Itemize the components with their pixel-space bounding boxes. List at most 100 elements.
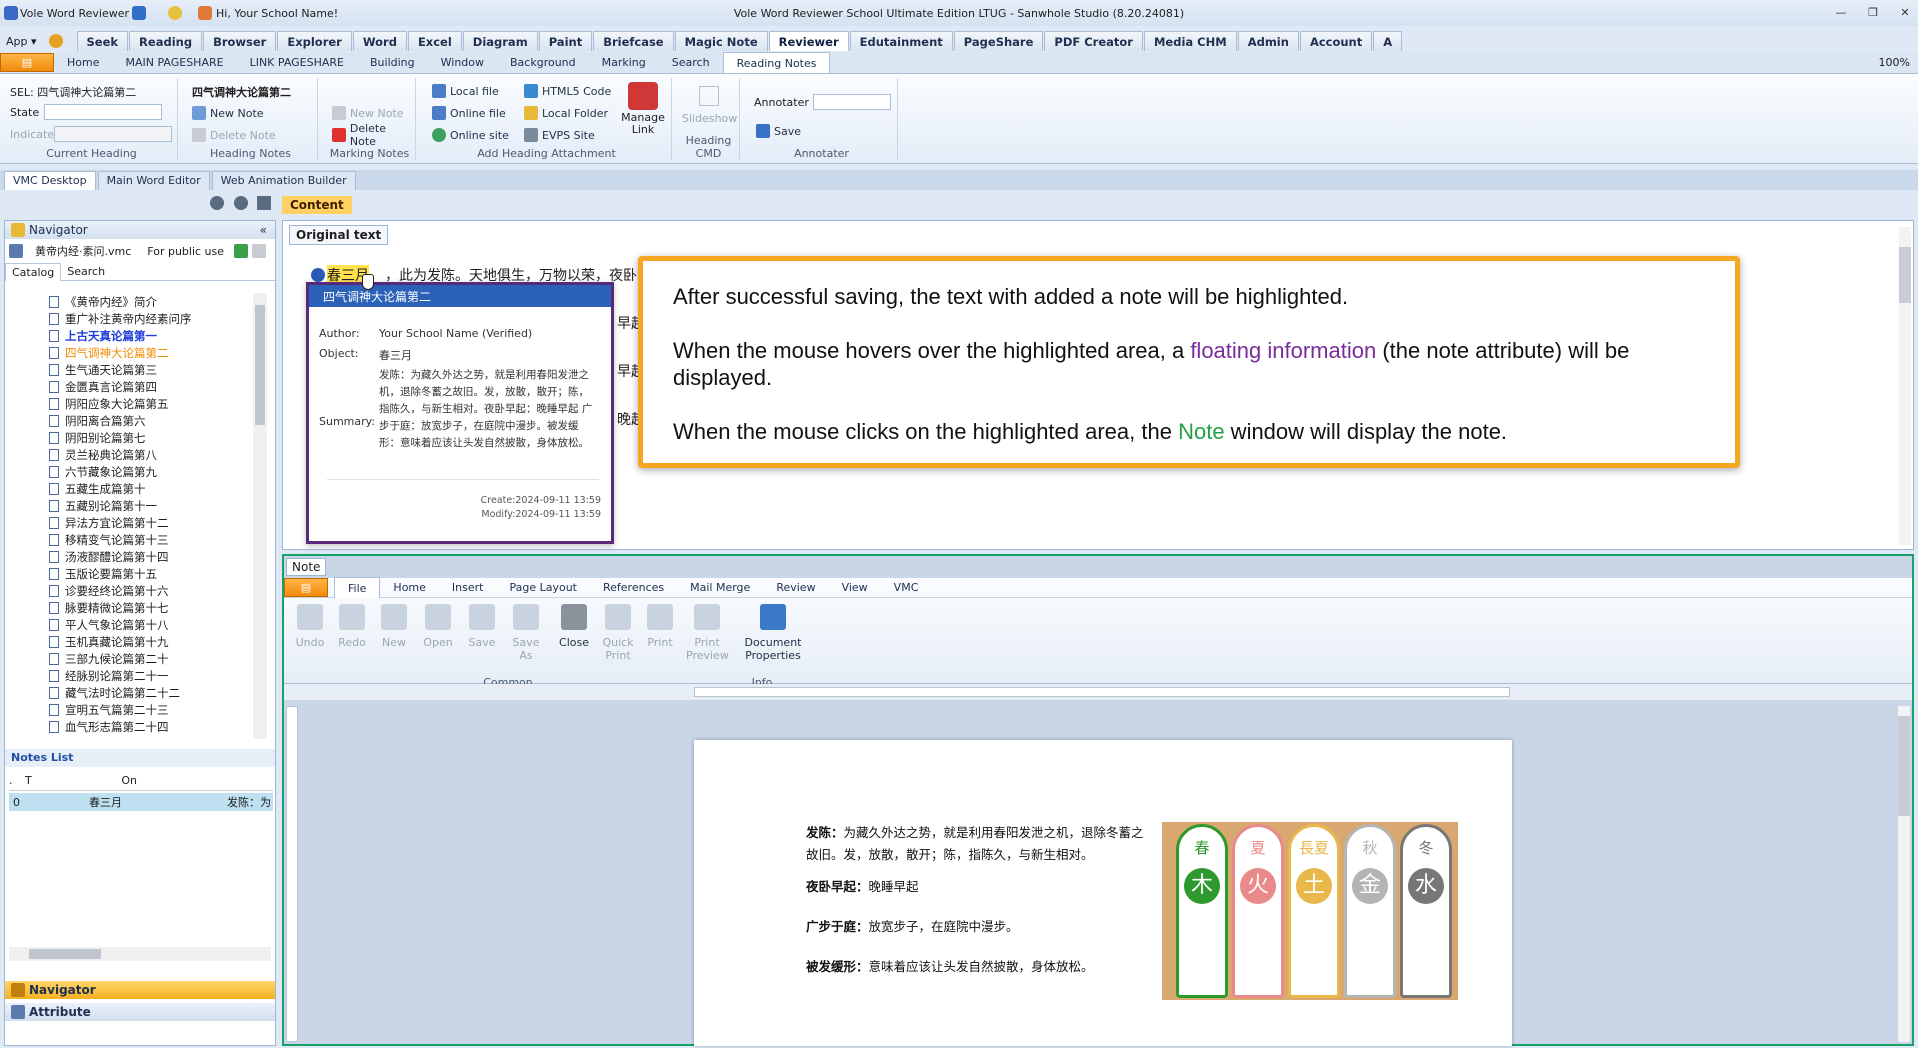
catalog-item[interactable]: 阴阳别论篇第七 xyxy=(49,429,255,446)
tab-search[interactable]: Search xyxy=(61,263,111,280)
scrollbar-thumb[interactable] xyxy=(29,949,101,959)
tree-scrollbar[interactable] xyxy=(253,293,267,739)
new-button[interactable]: New xyxy=(374,604,414,649)
open-button[interactable]: Open xyxy=(418,604,458,649)
tab-magic-note[interactable]: Magic Note xyxy=(674,31,768,51)
local-file-button[interactable]: Local file xyxy=(432,82,499,100)
save-doc-button[interactable]: Save xyxy=(462,604,502,649)
gear-icon[interactable] xyxy=(48,34,63,48)
menu-icon[interactable] xyxy=(257,196,271,210)
catalog-item[interactable]: 生气通天论篇第三 xyxy=(49,361,255,378)
catalog-item[interactable]: 金匮真言论篇第四 xyxy=(49,378,255,395)
catalog-item[interactable]: 阴阳应象大论篇第五 xyxy=(49,395,255,412)
tab-main-word-editor[interactable]: Main Word Editor xyxy=(97,170,210,190)
catalog-item[interactable]: 异法方宜论篇第十二 xyxy=(49,514,255,531)
catalog-item[interactable]: 五藏别论篇第十一 xyxy=(49,497,255,514)
catalog-item[interactable]: 重广补注黄帝内经素问序 xyxy=(49,310,255,327)
note-tab-review[interactable]: Review xyxy=(763,577,828,598)
catalog-item[interactable]: 脉要精微论篇第十七 xyxy=(49,599,255,616)
tab-browser[interactable]: Browser xyxy=(203,31,277,51)
subtab-window[interactable]: Window xyxy=(428,52,497,73)
tab-briefcase[interactable]: Briefcase xyxy=(593,31,674,51)
tab-vmc-desktop[interactable]: VMC Desktop xyxy=(4,170,96,190)
undo-button[interactable]: Undo xyxy=(290,604,330,649)
save-icon[interactable] xyxy=(252,244,267,258)
bottom-tab-navigator[interactable]: Navigator xyxy=(5,981,275,999)
subtab-home[interactable]: Home xyxy=(54,52,112,73)
subtab-marking[interactable]: Marking xyxy=(589,52,659,73)
scrollbar-thumb[interactable] xyxy=(1899,247,1911,303)
subtab-main-pageshare[interactable]: MAIN PAGESHARE xyxy=(112,52,236,73)
note-scrollbar[interactable] xyxy=(1898,706,1910,1042)
note-tab-page-layout[interactable]: Page Layout xyxy=(496,577,590,598)
print-button[interactable]: Print xyxy=(640,604,680,649)
tab-excel[interactable]: Excel xyxy=(407,31,462,51)
close-icon[interactable]: ✕ xyxy=(1896,6,1914,20)
catalog-item[interactable]: 宣明五气篇第二十三 xyxy=(49,701,255,718)
tab-web-animation-builder[interactable]: Web Animation Builder xyxy=(211,170,356,190)
back-icon[interactable] xyxy=(210,196,224,210)
local-folder-button[interactable]: Local Folder xyxy=(524,104,608,122)
tab-reviewer[interactable]: Reviewer xyxy=(768,31,849,51)
close-doc-button[interactable]: Close xyxy=(554,604,594,649)
catalog-item[interactable]: 五藏生成篇第十 xyxy=(49,480,255,497)
tab-a[interactable]: A xyxy=(1373,31,1403,51)
slideshow-button[interactable]: Slideshow xyxy=(682,86,737,125)
catalog-item[interactable]: 灵兰秘典论篇第八 xyxy=(49,446,255,463)
annotater-input[interactable] xyxy=(812,94,891,110)
app-menu-button[interactable]: ▤ xyxy=(0,53,54,72)
subtab-search[interactable]: Search xyxy=(659,52,723,73)
note-document-page[interactable]: 发陈：为藏久外达之势，就是利用春阳发泄之机，退除冬蓄之故旧。发，放散，散开；陈，… xyxy=(694,740,1512,1046)
scrollbar-thumb[interactable] xyxy=(255,305,265,425)
forward-icon[interactable] xyxy=(233,196,248,210)
online-file-button[interactable]: Online file xyxy=(432,104,506,122)
app-menu[interactable]: App ▾ xyxy=(0,31,43,51)
note-app-button[interactable]: ▤ xyxy=(284,578,328,597)
tab-pageshare[interactable]: PageShare xyxy=(953,31,1044,51)
content-tab[interactable]: Content xyxy=(282,196,352,214)
redo-button[interactable]: Redo xyxy=(332,604,372,649)
tab-reading[interactable]: Reading xyxy=(129,31,203,51)
subtab-background[interactable]: Background xyxy=(497,52,589,73)
tab-explorer[interactable]: Explorer xyxy=(277,31,352,51)
catalog-item[interactable]: 六节藏象论篇第九 xyxy=(49,463,255,480)
document-properties-button[interactable]: Document Properties xyxy=(744,604,802,662)
tab-seek[interactable]: Seek xyxy=(76,31,129,51)
notes-list-row[interactable]: 0 春三月 发陈：为 xyxy=(9,793,273,811)
subtab-reading-notes[interactable]: Reading Notes xyxy=(722,52,831,73)
save-as-button[interactable]: Save As xyxy=(506,604,546,662)
restore-icon[interactable]: ❐ xyxy=(1864,6,1882,20)
catalog-item[interactable]: 上古天真论篇第一 xyxy=(49,327,255,344)
catalog-item[interactable]: 玉版论要篇第十五 xyxy=(49,565,255,582)
catalog-item[interactable]: 玉机真藏论篇第十九 xyxy=(49,633,255,650)
catalog-item[interactable]: 血气形志篇第二十四 xyxy=(49,718,255,735)
delete-note-button[interactable]: Delete Note xyxy=(192,126,276,144)
catalog-item[interactable]: 经脉别论篇第二十一 xyxy=(49,667,255,684)
catalog-item[interactable]: 诊要经终论篇第十六 xyxy=(49,582,255,599)
subtab-building[interactable]: Building xyxy=(357,52,428,73)
tab-edutainment[interactable]: Edutainment xyxy=(849,31,953,51)
scrollbar-thumb[interactable] xyxy=(1898,716,1910,816)
horizontal-scrollbar[interactable] xyxy=(9,947,271,961)
catalog-item[interactable]: 三部九候论篇第二十 xyxy=(49,650,255,667)
note-tab-home[interactable]: Home xyxy=(380,577,438,598)
note-tab-vmc[interactable]: VMC xyxy=(881,577,932,598)
catalog-item[interactable]: 汤液醪醴论篇第十四 xyxy=(49,548,255,565)
catalog-item[interactable]: 四气调神大论篇第二 xyxy=(49,344,255,361)
bottom-tab-attribute[interactable]: Attribute xyxy=(5,1003,275,1021)
note-tab-references[interactable]: References xyxy=(590,577,677,598)
note-tab-mail-merge[interactable]: Mail Merge xyxy=(677,577,763,598)
html5-code-button[interactable]: HTML5 Code xyxy=(524,82,611,100)
catalog-item[interactable]: 藏气法时论篇第二十二 xyxy=(49,684,255,701)
collapse-icon[interactable]: « xyxy=(260,223,267,237)
tab-paint[interactable]: Paint xyxy=(538,31,593,51)
minimize-icon[interactable]: — xyxy=(1832,6,1850,20)
marking-delete-note-button[interactable]: Delete Note xyxy=(332,122,415,148)
note-tab-file[interactable]: File xyxy=(334,577,381,598)
state-dropdown[interactable] xyxy=(44,104,162,120)
subtab-link-pageshare[interactable]: LINK PAGESHARE xyxy=(237,52,357,73)
tab-word[interactable]: Word xyxy=(352,31,407,51)
new-note-button[interactable]: New Note xyxy=(192,104,264,122)
evps-site-button[interactable]: EVPS Site xyxy=(524,126,595,144)
quick-print-button[interactable]: Quick Print xyxy=(598,604,638,662)
